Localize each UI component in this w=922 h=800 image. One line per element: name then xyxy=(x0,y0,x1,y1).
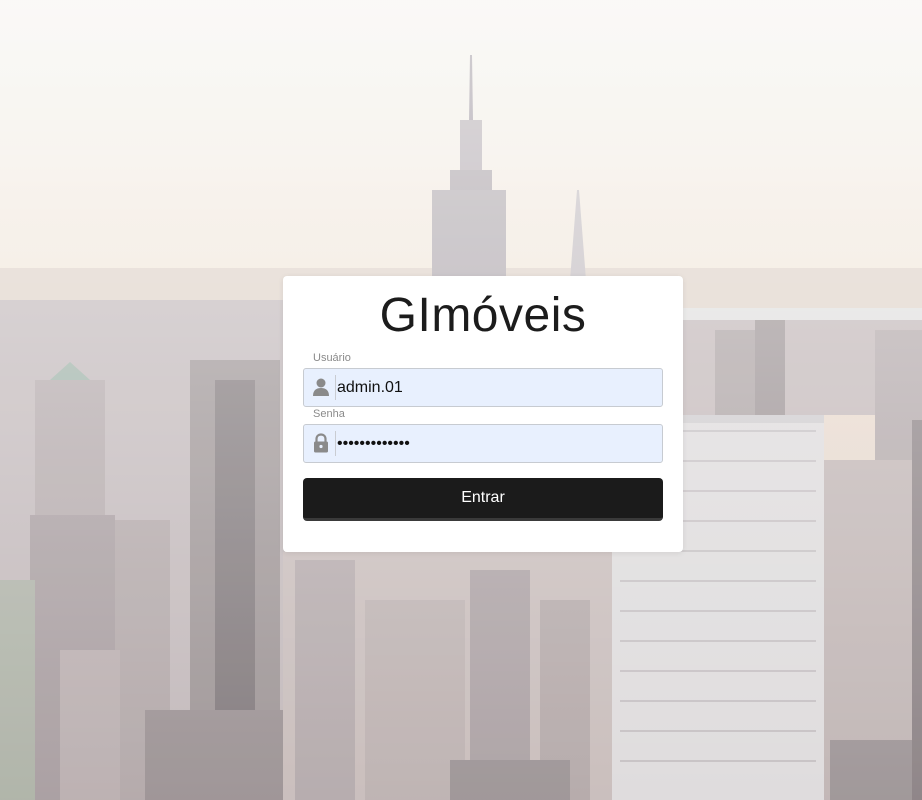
username-separator xyxy=(335,375,336,400)
password-separator xyxy=(335,431,336,456)
username-input[interactable] xyxy=(337,369,652,406)
password-label: Senha xyxy=(313,408,345,420)
password-field xyxy=(303,424,663,463)
login-card: GImóveis Usuário Senha Entrar xyxy=(283,276,683,552)
login-button[interactable]: Entrar xyxy=(303,478,663,521)
app-title: GImóveis xyxy=(379,289,587,342)
username-label: Usuário xyxy=(313,352,351,364)
user-icon xyxy=(312,377,330,397)
password-input[interactable] xyxy=(337,425,652,462)
lock-icon xyxy=(312,433,330,453)
username-field xyxy=(303,368,663,407)
